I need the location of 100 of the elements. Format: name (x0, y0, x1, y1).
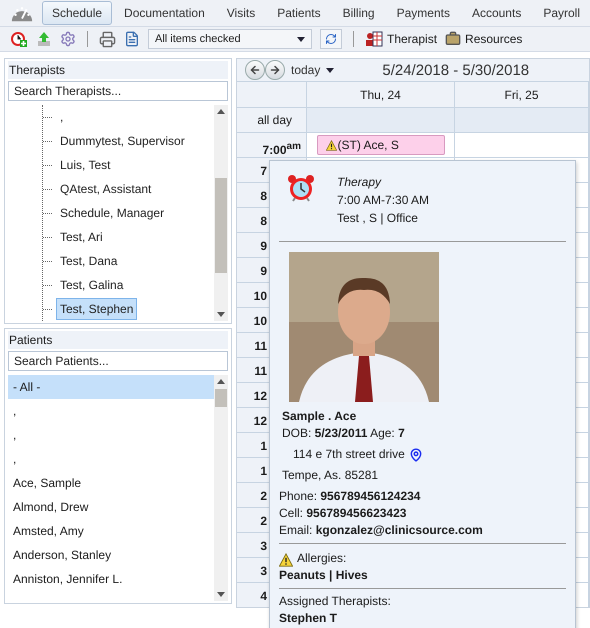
time-label: 9 (260, 263, 267, 280)
time-label: 2 (260, 488, 267, 505)
time-label: 11 (254, 363, 267, 380)
caret-icon[interactable] (326, 68, 334, 72)
time-label: 8 (260, 188, 267, 205)
time-label: 10 (254, 288, 267, 305)
contact-line: Cell: 956789456623423 (279, 505, 408, 522)
nav-tab[interactable]: Accounts (462, 1, 532, 25)
event-label: (ST) Ace, S (338, 138, 399, 152)
settings-icon[interactable] (60, 31, 76, 47)
document-icon[interactable] (124, 31, 140, 47)
refresh-icon (325, 33, 337, 45)
therapist-item[interactable]: Test, Galina (56, 274, 128, 296)
map-pin-icon[interactable] (408, 448, 423, 462)
therapist-item[interactable]: Test, Dana (56, 250, 122, 272)
search-field[interactable]: Search Therapists... (8, 81, 228, 101)
patient-city: Tempe, As. 85281 (281, 467, 380, 484)
nav-tab[interactable]: Payroll (533, 1, 590, 25)
search-field[interactable]: Search Patients... (8, 351, 228, 371)
time-label: 12 (254, 388, 267, 405)
scroll-up-icon[interactable] (217, 379, 225, 384)
appointment-time: 7:00 AM-7:30 AM (337, 192, 430, 209)
button-label: Therapist (387, 32, 438, 46)
filter-dropdown[interactable]: All items checked (148, 29, 312, 49)
scroll-thumb[interactable] (215, 178, 227, 274)
therapist-item[interactable]: Schedule, Manager (56, 202, 168, 224)
previous-button[interactable] (245, 60, 265, 80)
scroll-thumb[interactable] (215, 388, 227, 407)
time-label: 3 (260, 563, 267, 580)
time-label: 7 (260, 163, 267, 180)
nav-tab[interactable]: Patients (267, 1, 331, 25)
arrow-right-icon (269, 64, 281, 76)
patient-item[interactable]: , (8, 447, 214, 471)
patient-item[interactable]: - All - (8, 375, 214, 399)
patient-item[interactable]: Ace, Sample (8, 471, 214, 495)
briefcase-icon (445, 31, 462, 47)
refresh-button[interactable] (320, 29, 342, 49)
therapist-item[interactable]: Luis, Test (56, 154, 114, 176)
assigned-therapist: Stephen T (279, 610, 338, 627)
therapist-item[interactable]: Test, Ari (56, 226, 107, 248)
patient-address: 114 e 7th street drive (293, 446, 405, 463)
time-label: 10 (254, 313, 267, 330)
therapist-item[interactable]: QAtest, Assistant (56, 178, 156, 200)
scrollbar[interactable] (214, 105, 228, 321)
time-label: 9 (260, 238, 267, 255)
alarm-clock-icon (287, 174, 315, 202)
appointment-event[interactable]: (ST) Ace, S (316, 135, 444, 155)
time-label: 12 (254, 413, 267, 430)
toolbar-button[interactable]: Therapist (365, 31, 438, 47)
alarm-add-icon[interactable] (10, 30, 28, 48)
nav-tab[interactable]: Documentation (114, 1, 215, 25)
patient-item[interactable]: , (8, 399, 214, 423)
caret-icon (297, 36, 305, 42)
toolbar-button[interactable]: Resources (445, 31, 522, 47)
appointment-type: Therapy (337, 174, 382, 191)
allergies-label: Allergies: (297, 550, 346, 567)
therapist-item[interactable]: Test, Stephen (56, 298, 138, 320)
patient-item[interactable]: , (8, 423, 214, 447)
therapist-item[interactable]: Dummytest, Supervisor (56, 130, 189, 152)
patient-name: Sample . Ace (281, 408, 358, 425)
scrollbar[interactable] (214, 375, 228, 601)
appointment-location: Test , S | Office (337, 210, 419, 227)
warning-icon (279, 553, 293, 567)
patient-item[interactable]: Anderson, Stanley (8, 543, 214, 567)
assigned-label: Assigned Therapists: (279, 593, 392, 610)
time-label: 4 (260, 588, 267, 605)
arrow-left-icon (249, 64, 261, 76)
patient-dob: DOB: 5/23/2011 Age: 7 (281, 425, 406, 442)
printer-icon[interactable] (99, 30, 116, 48)
patient-item[interactable]: Almond, Drew (8, 495, 214, 519)
warning-icon (326, 140, 336, 150)
time-label: 1 (260, 463, 267, 480)
time-label: 8 (260, 213, 267, 230)
time-label: 7:00$^{am}$ (262, 140, 301, 159)
therapist-item[interactable]: , (56, 106, 68, 128)
date-range: 5/24/2018 - 5/30/2018 (382, 62, 530, 78)
scroll-up-icon[interactable] (217, 109, 225, 114)
contact-line: Email: kgonzalez@clinicsource.com (279, 522, 484, 539)
panel-title: Patients (8, 331, 228, 349)
scroll-down-icon[interactable] (217, 312, 225, 317)
nav-tab[interactable]: Schedule (42, 1, 112, 25)
time-label: 11 (254, 338, 267, 355)
contact-line: Phone: 956789456124234 (279, 488, 422, 505)
scroll-down-icon[interactable] (217, 592, 225, 597)
time-label: 2 (260, 513, 267, 530)
nav-tab[interactable]: Billing (332, 1, 385, 25)
day-header: Thu, 24 (360, 88, 401, 102)
nav-tab[interactable]: Payments (386, 1, 460, 25)
button-label: Resources (465, 32, 522, 46)
nav-tab[interactable]: Visits (216, 1, 266, 25)
time-label: 3 (260, 538, 267, 555)
all-day-label: all day (257, 113, 292, 127)
patient-item[interactable]: Amsted, Amy (8, 519, 214, 543)
schedule-grid-icon (365, 31, 383, 47)
time-label: 1 (260, 438, 267, 455)
day-header: Fri, 25 (504, 88, 538, 102)
panel-title: Therapists (8, 61, 228, 79)
today-button[interactable]: today (291, 63, 320, 77)
next-button[interactable] (265, 60, 285, 80)
patient-item[interactable]: Anniston, Jennifer L. (8, 567, 214, 591)
